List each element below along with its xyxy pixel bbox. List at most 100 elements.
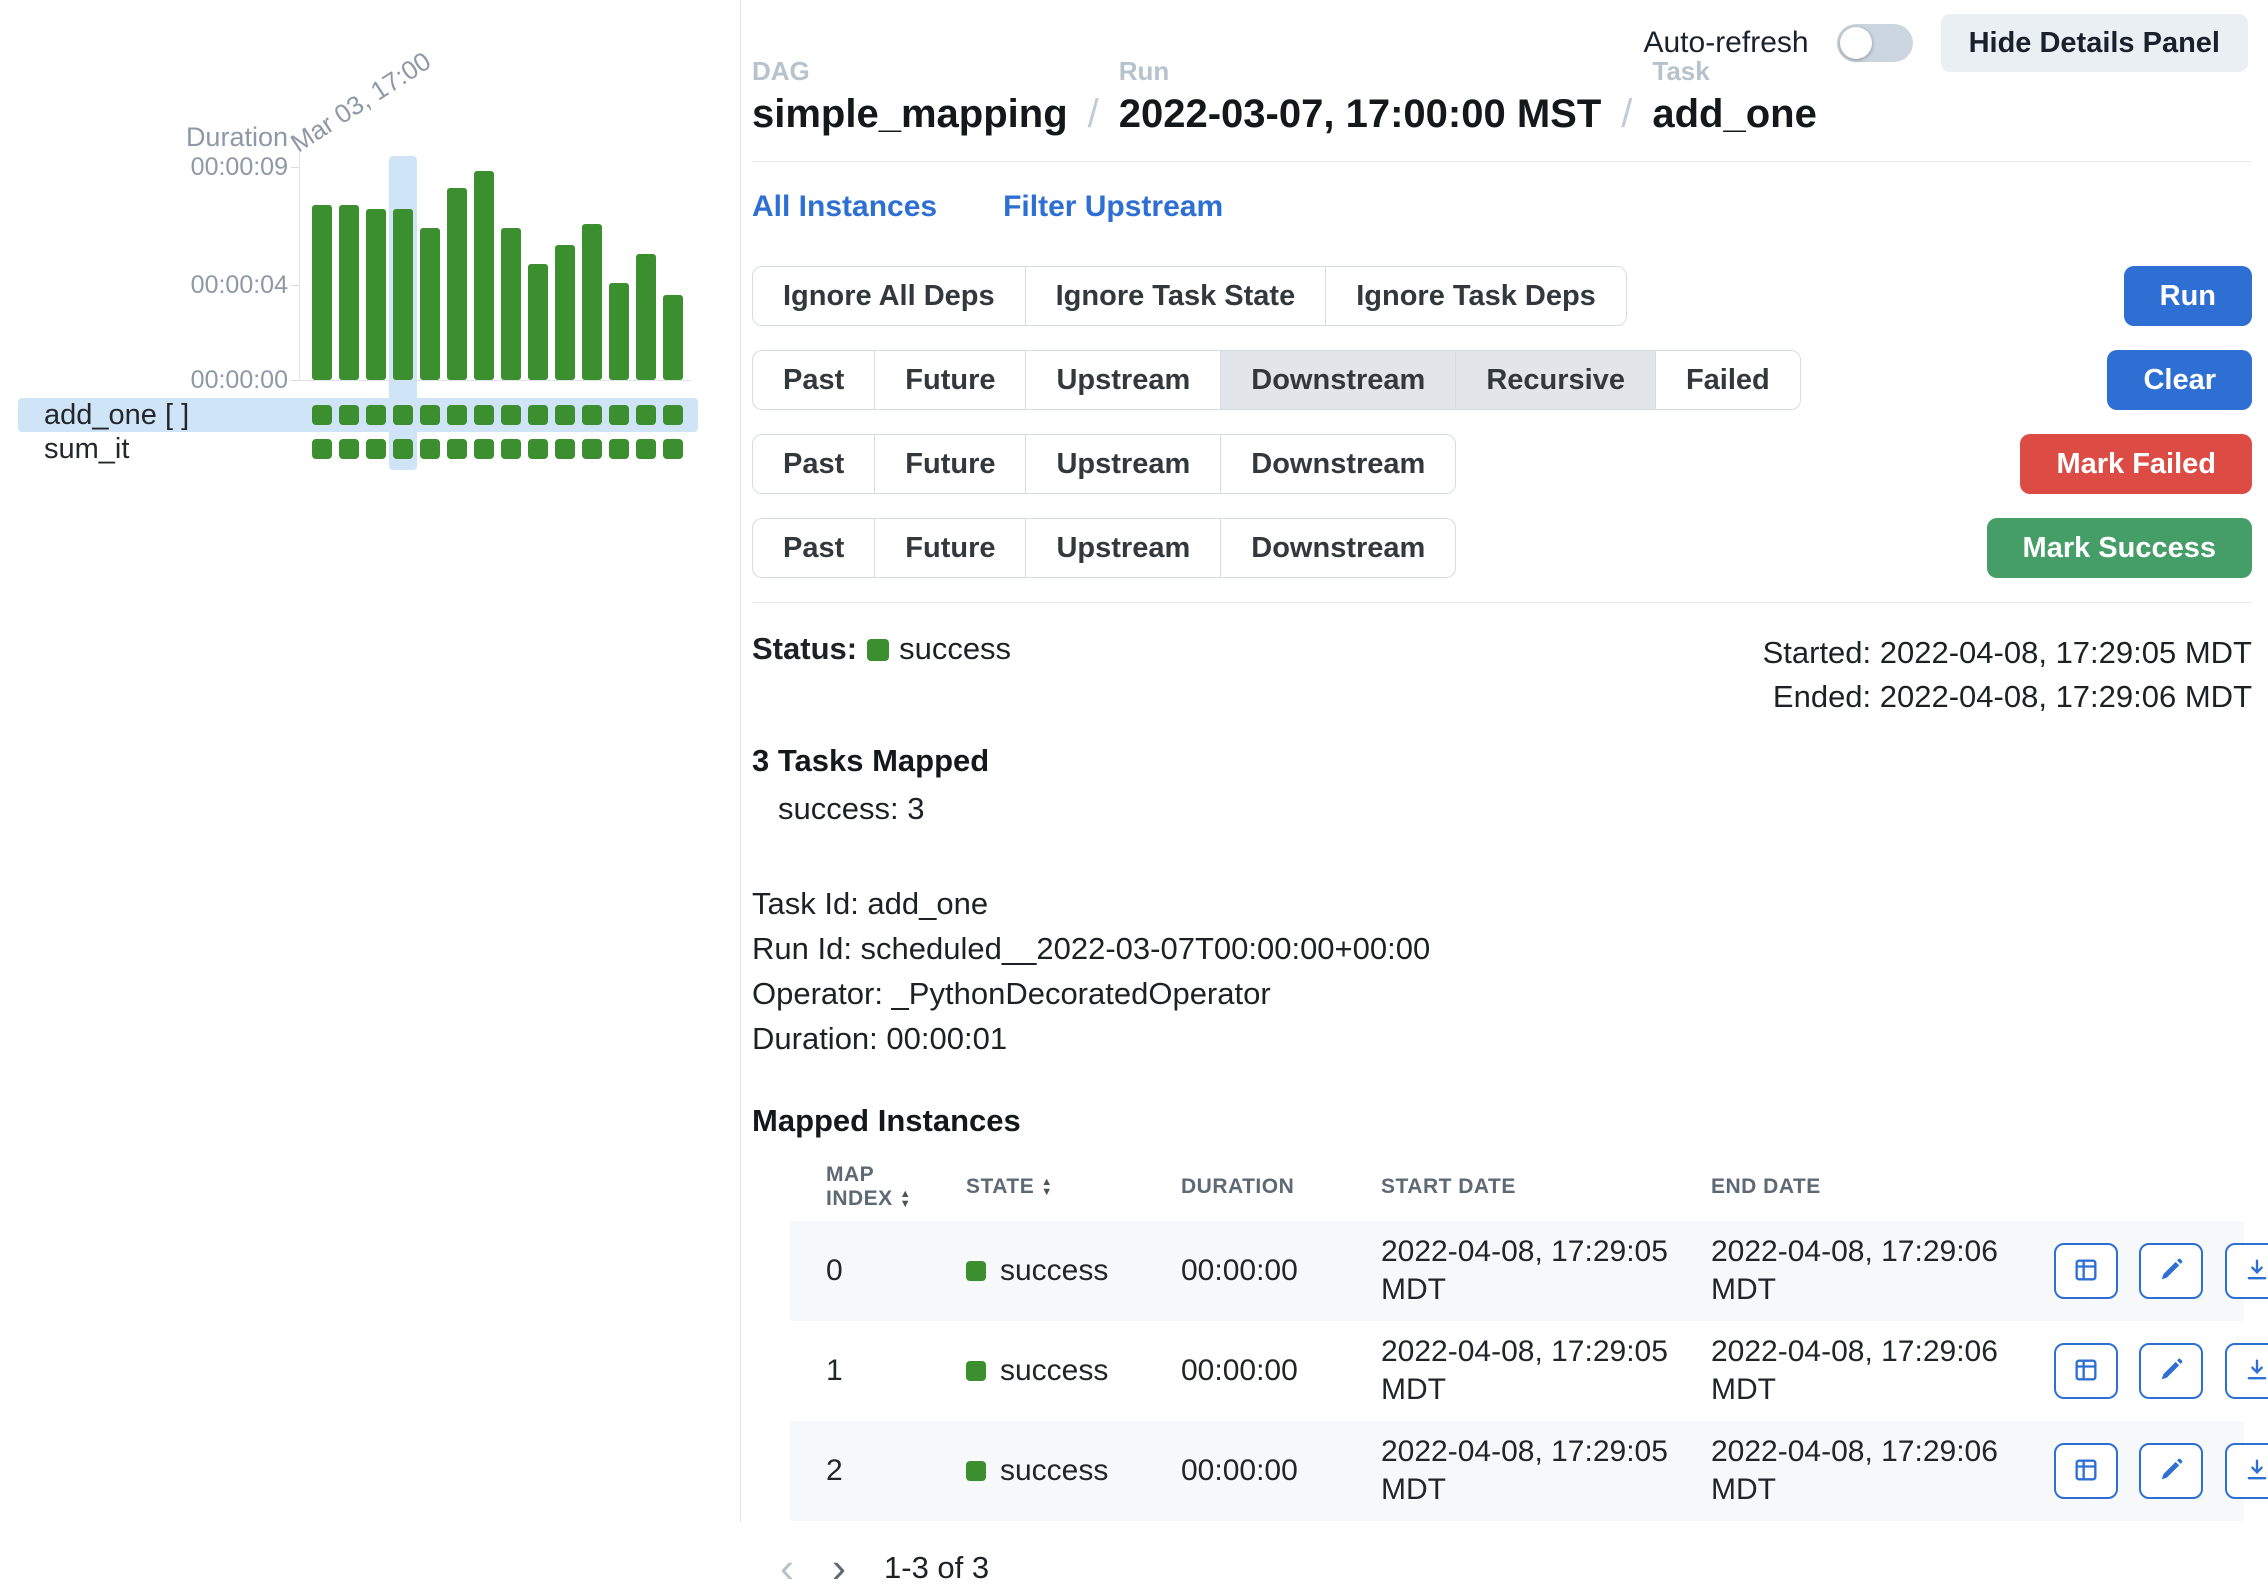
duration-bar[interactable] (609, 283, 629, 380)
rendered-button[interactable] (2139, 1343, 2203, 1399)
log-button[interactable] (2225, 1343, 2268, 1399)
task-instance-square[interactable] (582, 405, 602, 425)
mark-success-option-future[interactable]: Future (874, 518, 1026, 578)
rendered-button[interactable] (2139, 1243, 2203, 1299)
duration-bar[interactable] (636, 254, 656, 380)
previous-page-arrow[interactable]: ‹ (780, 1547, 794, 1589)
mapped-instances-table: Map Index▲▼ State▲▼ Duration Start Date … (790, 1153, 2244, 1521)
state-success-square (966, 1361, 986, 1381)
task-instance-square[interactable] (555, 439, 575, 459)
task-instance-square[interactable] (501, 439, 521, 459)
pagination-range-label: 1-3 of 3 (884, 1550, 989, 1586)
task-instance-square[interactable] (555, 405, 575, 425)
breadcrumb-dag: DAG simple_mapping (752, 56, 1068, 137)
task-instance-square[interactable] (474, 405, 494, 425)
task-instance-square[interactable] (501, 405, 521, 425)
auto-refresh-toggle[interactable] (1837, 24, 1913, 62)
duration-bar[interactable] (582, 224, 602, 380)
mark-success-option-past[interactable]: Past (752, 518, 875, 578)
clear-option-failed[interactable]: Failed (1655, 350, 1801, 410)
cell-actions (2025, 1421, 2244, 1521)
task-instance-square[interactable] (312, 439, 332, 459)
tab-filter-upstream[interactable]: Filter Upstream (1003, 190, 1223, 224)
clear-option-upstream[interactable]: Upstream (1025, 350, 1221, 410)
task-instance-square[interactable] (366, 439, 386, 459)
duration-bar[interactable] (366, 209, 386, 380)
duration-bar[interactable] (312, 205, 332, 380)
run-button[interactable]: Run (2124, 266, 2252, 326)
cell-map-index: 2 (790, 1421, 950, 1521)
log-button[interactable] (2225, 1243, 2268, 1299)
col-state-label: State (966, 1175, 1034, 1198)
hide-details-panel-button[interactable]: Hide Details Panel (1941, 14, 2248, 72)
task-instance-square[interactable] (339, 405, 359, 425)
dag-name[interactable]: simple_mapping (752, 92, 1068, 137)
duration-bar[interactable] (528, 264, 548, 380)
duration-bar[interactable] (420, 228, 440, 380)
mark-success-option-downstream[interactable]: Downstream (1220, 518, 1456, 578)
task-instance-square[interactable] (582, 439, 602, 459)
task-instance-square[interactable] (663, 405, 683, 425)
task-instance-square[interactable] (393, 439, 413, 459)
run-option-ignore-task-state[interactable]: Ignore Task State (1025, 266, 1327, 326)
mark-failed-option-past[interactable]: Past (752, 434, 875, 494)
task-instance-square[interactable] (636, 405, 656, 425)
duration-bar[interactable] (339, 205, 359, 380)
duration-bar[interactable] (555, 245, 575, 380)
mark-failed-button[interactable]: Mark Failed (2020, 434, 2252, 494)
table-header-row: Map Index▲▼ State▲▼ Duration Start Date … (790, 1153, 2244, 1221)
task-instance-square[interactable] (663, 439, 683, 459)
grid-panel: Duration 00:00:09 00:00:04 00:00:00 Mar … (0, 0, 741, 1522)
run-name[interactable]: 2022-03-07, 17:00:00 MST (1119, 92, 1602, 137)
col-state[interactable]: State▲▼ (950, 1153, 1165, 1221)
next-page-arrow[interactable]: › (832, 1547, 846, 1589)
clear-option-past[interactable]: Past (752, 350, 875, 410)
task-instance-square[interactable] (447, 405, 467, 425)
mark-failed-option-future[interactable]: Future (874, 434, 1026, 494)
task-instance-square[interactable] (609, 439, 629, 459)
run-option-ignore-task-deps[interactable]: Ignore Task Deps (1325, 266, 1627, 326)
details-button[interactable] (2054, 1343, 2118, 1399)
mark-success-button[interactable]: Mark Success (1987, 518, 2252, 578)
col-map-index-label: Map Index (826, 1163, 893, 1210)
task-instance-square[interactable] (420, 405, 440, 425)
col-map-index[interactable]: Map Index▲▼ (790, 1153, 950, 1221)
task-instance-square[interactable] (609, 405, 629, 425)
run-option-ignore-all-deps[interactable]: Ignore All Deps (752, 266, 1026, 326)
col-duration: Duration (1165, 1153, 1365, 1221)
task-instance-square[interactable] (366, 405, 386, 425)
task-name[interactable]: add_one (1652, 92, 1816, 137)
details-button[interactable] (2054, 1243, 2118, 1299)
task-instance-square[interactable] (636, 439, 656, 459)
task-instance-square[interactable] (393, 405, 413, 425)
details-button[interactable] (2054, 1443, 2118, 1499)
task-instance-square[interactable] (528, 439, 548, 459)
clear-option-recursive[interactable]: Recursive (1455, 350, 1656, 410)
task-instance-square[interactable] (312, 405, 332, 425)
col-actions (2025, 1153, 2244, 1221)
task-instance-square[interactable] (420, 439, 440, 459)
tab-all-instances[interactable]: All Instances (752, 190, 937, 224)
duration-bar[interactable] (501, 228, 521, 380)
task-label-add-one[interactable]: add_one [ ] (44, 398, 189, 432)
rendered-button[interactable] (2139, 1443, 2203, 1499)
clear-option-downstream[interactable]: Downstream (1220, 350, 1456, 410)
duration-chart (0, 0, 740, 1522)
task-label-sum-it[interactable]: sum_it (44, 432, 129, 466)
task-instance-square[interactable] (339, 439, 359, 459)
task-instance-square[interactable] (447, 439, 467, 459)
duration-bar[interactable] (447, 188, 467, 380)
duration-bar[interactable] (474, 171, 494, 380)
duration-bar[interactable] (663, 295, 683, 380)
task-instance-square[interactable] (528, 405, 548, 425)
cell-map-index: 0 (790, 1221, 950, 1321)
mark-success-option-upstream[interactable]: Upstream (1025, 518, 1221, 578)
clear-button[interactable]: Clear (2107, 350, 2252, 410)
clear-option-future[interactable]: Future (874, 350, 1026, 410)
mark-failed-option-downstream[interactable]: Downstream (1220, 434, 1456, 494)
log-button[interactable] (2225, 1443, 2268, 1499)
duration-bar[interactable] (393, 209, 413, 380)
started-time: Started: 2022-04-08, 17:29:05 MDT (1763, 631, 2252, 675)
mark-failed-option-upstream[interactable]: Upstream (1025, 434, 1221, 494)
task-instance-square[interactable] (474, 439, 494, 459)
